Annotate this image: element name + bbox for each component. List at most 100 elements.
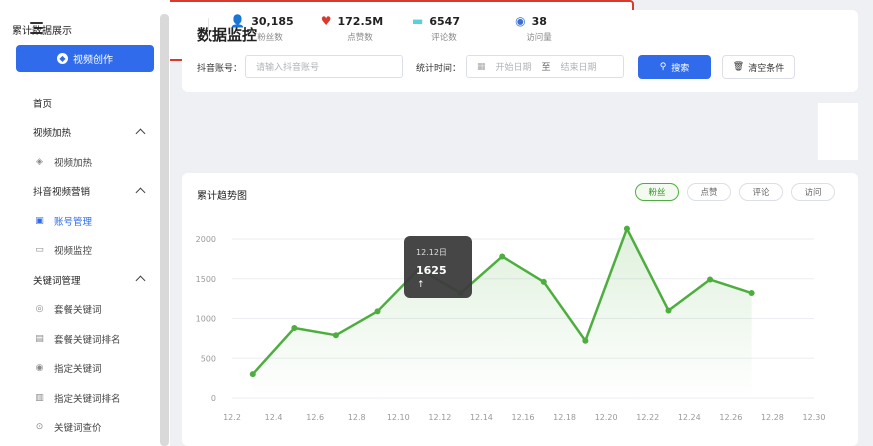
data-point	[499, 253, 506, 260]
time-label: 统计时间：	[416, 64, 462, 74]
x-tick-label: 12.6	[306, 413, 324, 422]
tooltip-date: 12.12日	[416, 248, 447, 257]
clear-label: 清空条件	[748, 63, 785, 74]
trash-icon: 🗑	[732, 62, 745, 72]
stat-value: 172.5M	[337, 14, 384, 28]
stat-value: 30,185	[251, 14, 294, 28]
end-date-placeholder: 结束日期	[560, 63, 597, 73]
stat-item: ♥ 172.5M 点赞数	[312, 14, 392, 43]
account-input[interactable]: 请输入抖音账号	[245, 55, 403, 78]
sidebar-item[interactable]: 抖音视频营销	[0, 177, 160, 207]
sidebar-item[interactable]: ▥ 指定关键词排名	[0, 383, 160, 413]
stats-title: 累计数据展示	[12, 26, 72, 37]
sidebar-item-label: 指定关键词排名	[54, 393, 121, 405]
sidebar-item[interactable]: 首页	[0, 88, 160, 118]
y-tick-label: 0	[211, 394, 216, 403]
sidebar-item[interactable]: ◈ 视频加热	[0, 147, 160, 177]
comment-icon: ▬	[412, 14, 424, 28]
stat-value-row: ◉ 38	[491, 14, 571, 28]
y-tick-label: 1500	[196, 275, 216, 284]
calendar-icon: ▦	[477, 61, 486, 72]
sidebar-item[interactable]: ▤ 套餐关键词排名	[0, 324, 160, 354]
sidebar-item[interactable]: ⊙ 关键词查价	[0, 413, 160, 443]
tooltip-value: 1625	[416, 264, 447, 277]
x-tick-label: 12.14	[470, 413, 493, 422]
data-point	[748, 290, 755, 297]
clear-button[interactable]: 🗑 清空条件	[722, 55, 795, 79]
date-range-input[interactable]: ▦ 开始日期 至 结束日期	[466, 55, 624, 78]
x-tick-label: 12.8	[348, 413, 366, 422]
sidebar: ◆ 视频创作 首页视频加热 ◈ 视频加热抖音视频营销 ▣ 账号管理 ▭ 视频监控关键词管理 ◎…	[0, 0, 170, 446]
stats-panel-tail	[818, 103, 858, 160]
sidebar-item[interactable]: 关键词管理	[0, 265, 160, 295]
sidebar-item[interactable]: ▣ 账号管理	[0, 206, 160, 236]
keyword-package-icon: ◎	[35, 304, 44, 315]
stat-value-row: ♥ 172.5M	[312, 14, 392, 28]
data-point	[332, 332, 339, 339]
stat-value-row: 👤 30,185	[222, 14, 302, 28]
stat-item: ▬ 6547 评论数	[396, 14, 476, 43]
data-point	[374, 308, 381, 315]
search-icon: ⚲	[659, 62, 667, 72]
target-icon: ◉	[35, 363, 44, 374]
x-tick-label: 12.28	[761, 413, 784, 422]
sidebar-item-label: 套餐关键词排名	[54, 334, 121, 346]
x-tick-label: 12.30	[803, 413, 826, 422]
video-create-button[interactable]: ◆ 视频创作	[16, 45, 154, 72]
stat-value-row: ▬ 6547	[396, 14, 476, 28]
stat-label: 粉丝数	[257, 33, 283, 43]
data-point	[582, 337, 589, 344]
x-tick-label: 12.20	[595, 413, 618, 422]
stat-item: 👤 30,185 粉丝数	[222, 14, 302, 43]
video-create-icon: ◆	[57, 53, 68, 64]
stat-value: 6547	[429, 14, 460, 28]
trend-chart: 0 500 1000 1500 2000 12.2 12.4 12.6 12.8 12.10 12.…	[196, 225, 826, 422]
sidebar-item-label: 关键词管理	[33, 275, 81, 287]
stat-item: ◉ 38 访问量	[491, 14, 571, 43]
x-tick-label: 12.22	[636, 413, 659, 422]
sidebar-item[interactable]: ◉ 指定关键词	[0, 354, 160, 384]
x-tick-label: 12.24	[678, 413, 701, 422]
sidebar-item-label: 抖音视频营销	[33, 187, 91, 199]
stats-divider	[208, 18, 209, 40]
sidebar-item-label: 视频监控	[54, 246, 93, 258]
y-tick-label: 2000	[196, 235, 216, 244]
stat-label: 访问量	[526, 33, 552, 43]
data-point	[707, 276, 714, 283]
account-input-placeholder: 请输入抖音账号	[256, 63, 320, 73]
x-tick-label: 12.18	[553, 413, 576, 422]
data-point	[249, 371, 256, 378]
sidebar-nav: 首页视频加热 ◈ 视频加热抖音视频营销 ▣ 账号管理 ▭ 视频监控关键词管理 ◎ 套餐关键词 ▤ 套…	[0, 88, 160, 442]
start-date-placeholder: 开始日期	[495, 63, 532, 73]
x-tick-label: 12.4	[265, 413, 283, 422]
search-label: 搜索	[671, 63, 690, 74]
x-tick-label: 12.12	[428, 413, 451, 422]
sidebar-item[interactable]: ◎ 套餐关键词	[0, 295, 160, 325]
x-tick-label: 12.2	[223, 413, 241, 422]
rocket-icon: ◈	[36, 156, 43, 167]
stat-value: 38	[531, 14, 547, 28]
x-tick-label: 12.10	[387, 413, 410, 422]
video-create-label: 视频创作	[73, 55, 113, 66]
stat-label: 点赞数	[347, 33, 373, 43]
chevron-up-icon	[135, 187, 146, 197]
y-tick-label: 1000	[196, 315, 216, 324]
x-tick-label: 12.16	[512, 413, 535, 422]
fans-icon: 👤	[230, 14, 246, 28]
sidebar-item-label: 视频加热	[33, 128, 72, 140]
monitor-icon: ▭	[35, 245, 44, 256]
chevron-up-icon	[135, 128, 146, 138]
sidebar-item[interactable]: ▭ 视频监控	[0, 236, 160, 266]
stat-label: 评论数	[431, 33, 457, 43]
user-card-icon: ▣	[35, 215, 44, 226]
search-button[interactable]: ⚲ 搜索	[638, 55, 711, 79]
eye-icon: ◉	[515, 14, 526, 28]
sidebar-item-label: 套餐关键词	[54, 305, 102, 317]
search-price-icon: ⊙	[35, 422, 44, 433]
trend-panel: 累计趋势图 粉丝 点赞 评论 访问 0 500 1000 1500 2000 12.2 12.4 1…	[182, 173, 858, 446]
sidebar-scrollbar[interactable]	[160, 14, 169, 446]
keyword-rank-icon: ▤	[35, 333, 44, 344]
sidebar-item-label: 视频加热	[54, 157, 93, 169]
data-point	[540, 278, 547, 285]
sidebar-item[interactable]: 视频加热	[0, 118, 160, 148]
